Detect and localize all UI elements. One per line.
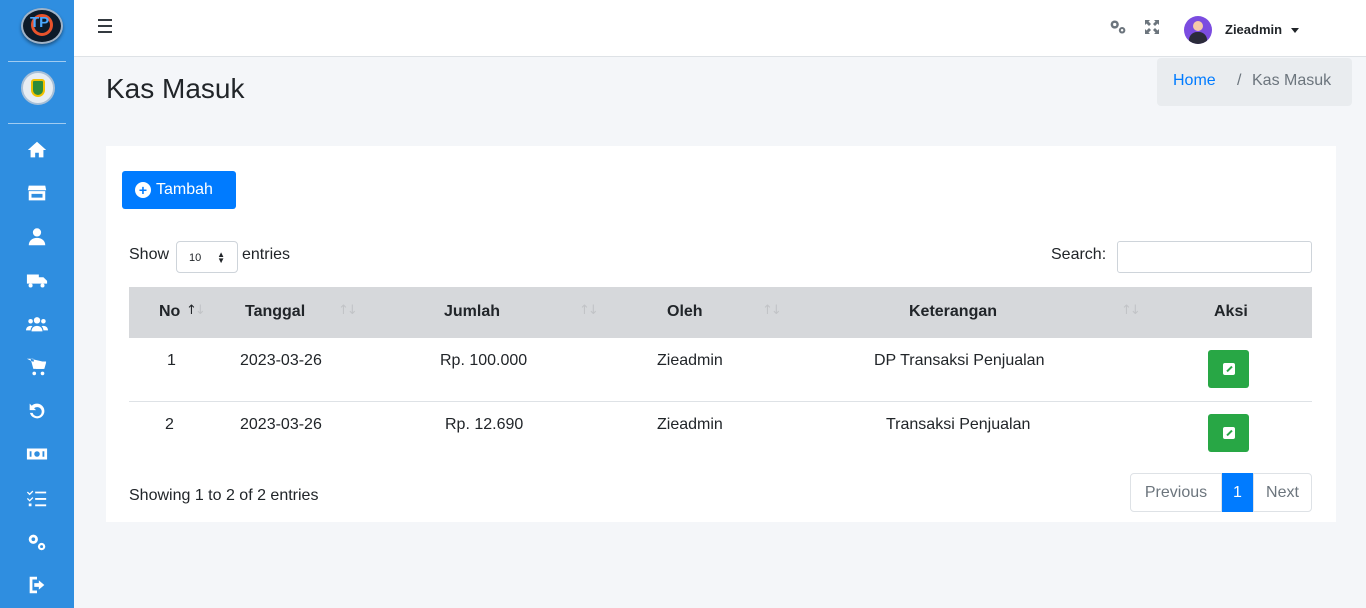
user-icon: [28, 228, 46, 246]
undo-icon: [29, 403, 45, 419]
edit-button[interactable]: [1208, 350, 1249, 388]
pagination-previous[interactable]: Previous: [1130, 473, 1222, 512]
brand-logo[interactable]: TP: [21, 8, 63, 44]
sidebar-divider: [8, 61, 66, 62]
money-icon: [26, 448, 48, 460]
gears-icon: [28, 534, 46, 551]
user-menu-name[interactable]: Zieadmin: [1225, 22, 1282, 37]
settings-gears-icon[interactable]: [1108, 18, 1128, 36]
sort-icon[interactable]: ↑↓: [579, 303, 599, 318]
add-button-label: Tambah: [156, 181, 213, 198]
column-header-keterangan[interactable]: Keterangan: [909, 303, 997, 321]
sidebar-item-cash[interactable]: [25, 442, 49, 466]
sidebar-item-store[interactable]: [25, 181, 49, 205]
breadcrumb-home-link[interactable]: Home: [1173, 72, 1216, 90]
brand-text: TP: [30, 14, 50, 31]
column-header-no[interactable]: No: [159, 303, 180, 321]
pagination: Previous 1 Next: [1130, 473, 1312, 512]
sidebar-item-user[interactable]: [25, 225, 49, 249]
entries-length-value: 10: [189, 252, 202, 264]
select-arrows-icon: ▲ ▼: [217, 250, 225, 265]
plus-circle-icon: +: [135, 182, 151, 198]
sidebar-item-customers[interactable]: [25, 312, 49, 336]
table-row: 1 2023-03-26 Rp. 100.000 Zieadmin DP Tra…: [129, 338, 1312, 402]
cell-keterangan: Transaksi Penjualan: [886, 416, 1031, 433]
chevron-down-icon[interactable]: [1291, 28, 1299, 33]
show-label: Show: [129, 246, 170, 263]
cell-no: 1: [167, 352, 176, 369]
content-card: + Tambah Show 10 ▲ ▼ entries Search: No ↑…: [106, 146, 1336, 522]
sidebar-item-reports[interactable]: [25, 486, 49, 510]
breadcrumb-separator: /: [1237, 72, 1242, 89]
cell-no: 2: [165, 416, 174, 433]
column-header-aksi: Aksi: [1214, 303, 1248, 320]
sidebar-item-supplier[interactable]: [25, 268, 49, 292]
entries-length-select[interactable]: 10 ▲ ▼: [176, 241, 238, 273]
cell-tanggal: 2023-03-26: [240, 352, 322, 369]
cart-icon: [26, 358, 47, 376]
page-title: Kas Masuk: [106, 73, 245, 104]
edit-button[interactable]: [1208, 414, 1249, 452]
fullscreen-icon[interactable]: [1144, 19, 1160, 35]
search-label: Search:: [1051, 246, 1107, 263]
topbar: Zieadmin: [74, 0, 1366, 57]
tasks-icon: [26, 490, 47, 507]
cell-jumlah: Rp. 12.690: [445, 416, 524, 433]
edit-icon: [1222, 427, 1235, 439]
search-input[interactable]: [1117, 241, 1312, 273]
sidebar-item-home[interactable]: [25, 138, 49, 162]
column-header-jumlah[interactable]: Jumlah: [444, 303, 500, 321]
avatar[interactable]: [1184, 16, 1212, 44]
add-button[interactable]: + Tambah: [122, 171, 236, 209]
sidebar-item-returns[interactable]: [25, 399, 49, 423]
breadcrumb: Home / Kas Masuk: [1157, 58, 1352, 106]
cell-tanggal: 2023-03-26: [240, 416, 322, 433]
table-header: No ↑↓ Tanggal ↑↓ Jumlah ↑↓ Oleh ↑↓ Keter…: [129, 287, 1312, 338]
sidebar-item-sales[interactable]: [25, 355, 49, 379]
cell-jumlah: Rp. 100.000: [440, 352, 528, 369]
sidebar: TP: [0, 0, 74, 608]
edit-icon: [1222, 363, 1235, 375]
sort-icon[interactable]: ↑↓: [186, 303, 206, 318]
table-row: 2 2023-03-26 Rp. 12.690 Zieadmin Transak…: [129, 402, 1312, 466]
column-header-tanggal[interactable]: Tanggal: [245, 303, 305, 321]
entries-label: entries: [242, 246, 291, 263]
user-panel-logo[interactable]: [21, 71, 55, 105]
sort-icon[interactable]: ↑↓: [338, 303, 358, 318]
cell-oleh: Zieadmin: [657, 352, 723, 369]
sort-icon[interactable]: ↑↓: [762, 303, 782, 318]
sort-icon[interactable]: ↑↓: [1121, 303, 1141, 318]
cell-keterangan: DP Transaksi Penjualan: [874, 352, 1045, 369]
column-header-oleh[interactable]: Oleh: [667, 303, 703, 321]
table-info: Showing 1 to 2 of 2 entries: [129, 487, 319, 504]
breadcrumb-current: Kas Masuk: [1252, 72, 1332, 89]
menu-toggle-icon[interactable]: [98, 19, 112, 33]
sidebar-item-logout[interactable]: [25, 573, 49, 597]
pagination-page-1[interactable]: 1: [1222, 473, 1253, 512]
pagination-next[interactable]: Next: [1253, 473, 1312, 512]
logout-icon: [29, 576, 45, 594]
cell-oleh: Zieadmin: [657, 416, 723, 433]
sidebar-divider: [8, 123, 66, 124]
users-icon: [26, 317, 48, 332]
home-icon: [27, 141, 47, 158]
emblem-icon: [31, 79, 45, 97]
sidebar-item-settings[interactable]: [25, 530, 49, 554]
truck-icon: [26, 274, 48, 288]
store-icon: [27, 185, 47, 201]
